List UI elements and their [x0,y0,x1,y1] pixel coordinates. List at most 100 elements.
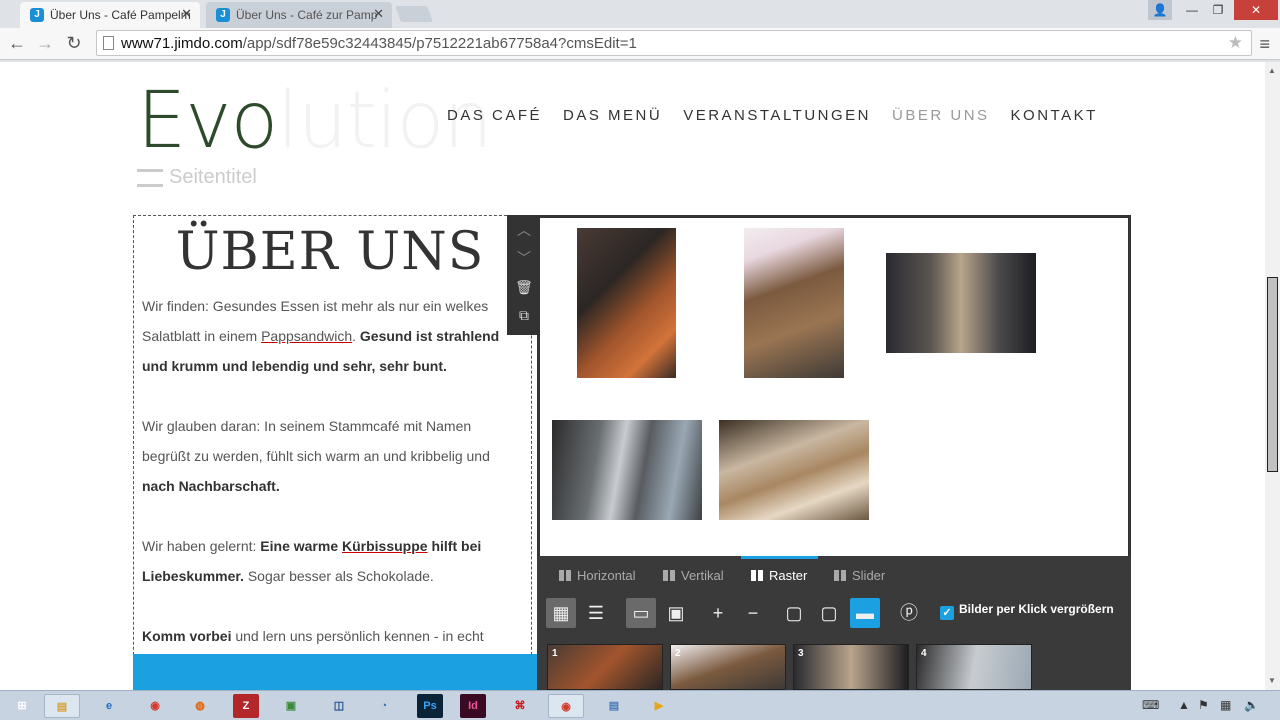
gallery-thumbnail-strip: 1 2 3 4 [537,644,1131,690]
gallery-module [537,215,1131,557]
bookmark-star-icon[interactable]: ★ [1228,33,1243,53]
page-title-placeholder[interactable]: Seitentitel [137,166,257,189]
start-button-icon[interactable]: ⊞ [4,694,40,718]
flag-icon[interactable]: ⚑ [1198,698,1209,712]
check-icon: ✓ [940,606,954,620]
internet-explorer-icon[interactable]: e [91,694,127,718]
chrome-active-icon[interactable]: ◉ [548,694,584,718]
document-icon[interactable]: ▤ [596,694,632,718]
nav-das-cafe[interactable]: DAS CAFÉ [447,107,542,124]
page-content: Evolution DAS CAFÉ DAS MENÜ VERANSTALTUN… [0,62,1265,690]
site-logo[interactable]: Evolution [137,76,493,166]
gallery-layout-tabs: Horizontal Vertikal Raster Slider [537,556,1131,594]
grid-view-button[interactable]: ▦ [546,598,576,628]
page-scrollbar[interactable]: ▲ ▼ [1265,62,1280,690]
browser-toolbar: ← → ↻ www71.jimdo.com/app/sdf78e59c32443… [0,28,1280,60]
user-icon[interactable]: 👤 [1148,0,1172,20]
jimdo-favicon-icon: J [216,8,230,22]
tray-arrow-icon[interactable]: ▲ [1178,698,1190,712]
nav-das-menu[interactable]: DAS MENÜ [563,107,662,124]
text-module[interactable]: ÜBER UNS Wir finden: Gesundes Essen ist … [133,215,532,690]
gallery-image[interactable] [552,420,702,520]
keyboard-icon[interactable]: ⌨ [1142,698,1159,712]
tab-vertikal[interactable]: Vertikal [663,556,724,594]
enlarge-on-click-checkbox[interactable]: ✓ Bilder per Klick vergrößern [940,602,1114,620]
restore-button[interactable]: ❐ [1206,0,1230,20]
network-icon[interactable]: ▦ [1220,698,1231,712]
gallery-image[interactable] [886,253,1036,353]
photoshop-icon[interactable]: Ps [417,694,443,718]
move-down-icon[interactable]: ﹀ [515,249,533,267]
remove-column-button[interactable]: − [738,598,768,628]
notepadpp-icon[interactable]: ▣ [273,694,309,718]
horizontal-icon [559,570,571,581]
new-tab-button[interactable] [395,6,433,22]
menu-icon[interactable]: ≡ [1259,34,1270,55]
nav-veranstaltungen[interactable]: VERANSTALTUNGEN [683,107,871,124]
explorer-icon[interactable]: ▤ [44,694,80,718]
indesign-icon[interactable]: Id [460,694,486,718]
paragraph-4: Komm vorbei und lern uns persönlich kenn… [142,628,484,644]
minimize-button[interactable]: — [1180,0,1204,20]
paragraph-3: Wir haben gelernt: Eine warme Kürbissupp… [142,538,482,584]
thunderbird-icon[interactable]: ◔ [366,694,402,718]
scroll-thumb[interactable] [1267,277,1278,472]
app-icon[interactable]: ◫ [321,694,357,718]
slider-icon [834,570,846,581]
copy-icon[interactable]: ⧉ [515,306,533,324]
spacing-medium-button[interactable]: ▢ [814,598,844,628]
image-fit-button[interactable]: ▭ [626,598,656,628]
tab-horizontal[interactable]: Horizontal [559,556,636,594]
move-up-icon[interactable]: ︿ [515,221,533,239]
tab-title: Über Uns - Café zur Pamp [236,8,378,22]
paragraph-2: Wir glauben daran: In seinem Stammcafé m… [142,418,490,494]
url-text: www71.jimdo.com/app/sdf78e59c32443845/p7… [121,35,637,52]
firefox-icon[interactable]: ◍ [182,694,218,718]
scroll-down-icon[interactable]: ▼ [1268,676,1276,685]
volume-icon[interactable]: 🔈 [1244,698,1259,712]
tab-uber-uns-2[interactable]: J Über Uns - Café zur Pamp ✕ [206,2,392,28]
close-window-button[interactable]: ✕ [1234,0,1278,20]
tab-uber-uns-1[interactable]: J Über Uns - Café Pampelm ✕ [20,2,200,28]
close-tab-icon[interactable]: ✕ [373,6,384,22]
nav-kontakt[interactable]: KONTAKT [1011,107,1098,124]
grid-icon [751,570,763,581]
tab-raster[interactable]: Raster [741,556,818,594]
chrome-icon[interactable]: ◉ [137,694,173,718]
image-crop-button[interactable]: ▣ [661,598,691,628]
gallery-image[interactable] [719,420,869,520]
close-tab-icon[interactable]: ✕ [181,6,192,22]
thumbnail[interactable]: 2 [670,644,786,690]
scroll-up-icon[interactable]: ▲ [1268,66,1276,75]
acrobat-icon[interactable]: ⌘ [502,694,538,718]
thumbnail[interactable]: 4 [916,644,1032,690]
back-arrow-icon[interactable]: ← [6,32,28,54]
media-player-icon[interactable]: ▶ [641,694,677,718]
page-heading: ÜBER UNS [175,222,485,282]
thumbnail[interactable]: 1 [547,644,663,690]
filezilla-icon[interactable]: Z [233,694,259,718]
module-controls: ︿ ﹀ 🗑 ⧉ [507,215,540,335]
page-icon [103,36,114,50]
paragraph-1: Wir finden: Gesundes Essen ist mehr als … [142,298,500,374]
gallery-image[interactable] [744,228,844,378]
trash-icon[interactable]: 🗑 [515,278,533,296]
gallery-image[interactable] [577,228,676,378]
jimdo-favicon-icon: J [30,8,44,22]
main-nav: DAS CAFÉ DAS MENÜ VERANSTALTUNGEN ÜBER U… [447,107,1119,124]
forward-arrow-icon[interactable]: → [34,32,56,54]
title-icon [137,168,163,187]
gallery-toolbar: ▦ ☰ ▭ ▣ + − ▢ ▢ ▬ ⓟ ✓ Bilder per Klick ve… [537,594,1131,644]
add-column-button[interactable]: + [703,598,733,628]
reload-icon[interactable]: ↻ [63,32,85,54]
spacing-small-button[interactable]: ▢ [779,598,809,628]
list-view-button[interactable]: ☰ [581,598,611,628]
pinterest-icon[interactable]: ⓟ [894,598,924,628]
tab-slider[interactable]: Slider [834,556,885,594]
vertical-icon [663,570,675,581]
add-element-bar[interactable] [133,654,537,690]
thumbnail[interactable]: 3 [793,644,909,690]
nav-ueber-uns[interactable]: ÜBER UNS [892,107,990,124]
address-bar[interactable]: www71.jimdo.com/app/sdf78e59c32443845/p7… [96,30,1252,56]
spacing-large-button[interactable]: ▬ [850,598,880,628]
